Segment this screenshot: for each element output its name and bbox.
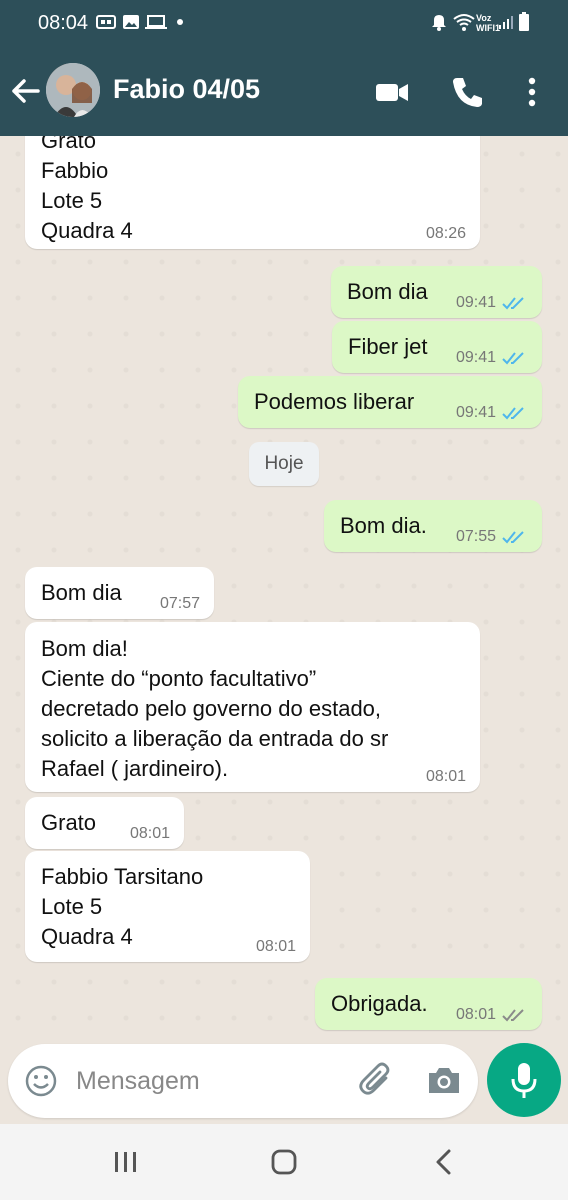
double-check-read-icon xyxy=(502,531,524,544)
message-time: 08:26 xyxy=(425,225,466,242)
back-arrow-icon[interactable] xyxy=(8,68,48,114)
recent-apps-icon[interactable] xyxy=(113,1150,139,1174)
message-time: 08:01 xyxy=(255,938,296,955)
double-check-read-icon xyxy=(502,407,524,420)
double-check-read-icon xyxy=(502,352,524,365)
attach-icon[interactable] xyxy=(358,1062,394,1100)
chat-area[interactable]: Grato Fabbio Lote 5 Quadra 4 08:26 Bom d… xyxy=(0,136,568,1044)
voice-record-button[interactable] xyxy=(487,1043,561,1117)
signal-icon xyxy=(499,16,513,29)
back-icon[interactable] xyxy=(432,1148,456,1176)
message-bubble-outgoing[interactable]: Bom dia 09:41 xyxy=(331,266,542,318)
message-time: 09:41 xyxy=(455,349,496,366)
status-time: 08:04 xyxy=(38,12,89,34)
message-text: Grato Fabbio Lote 5 Quadra 4 xyxy=(41,136,133,243)
message-bubble-outgoing[interactable]: Fiber jet 09:41 xyxy=(332,321,542,373)
wifi-icon xyxy=(453,14,475,31)
image-icon xyxy=(123,15,139,29)
avatar-photo xyxy=(46,63,100,117)
emoji-icon[interactable] xyxy=(24,1064,58,1098)
video-call-icon[interactable] xyxy=(372,72,412,112)
message-time: 08:01 xyxy=(129,825,170,842)
message-bubble-incoming[interactable]: Bom dia! Ciente do “ponto facultativo” d… xyxy=(25,622,480,792)
message-time: 09:41 xyxy=(455,294,496,311)
phone-icon[interactable] xyxy=(447,72,487,112)
message-bubble-outgoing[interactable]: Bom dia. 07:55 xyxy=(324,500,542,552)
chat-header: Fabio 04/05 xyxy=(0,46,568,136)
home-icon[interactable] xyxy=(270,1148,298,1176)
message-time: 07:57 xyxy=(159,595,200,612)
mic-icon xyxy=(511,1063,537,1098)
laptop-icon xyxy=(145,15,167,29)
message-input-bar[interactable]: Mensagem xyxy=(8,1044,478,1118)
message-bubble-outgoing[interactable]: Podemos liberar 09:41 xyxy=(238,376,542,428)
dot-icon xyxy=(177,19,183,25)
message-bubble-incoming[interactable]: Grato Fabbio Lote 5 Quadra 4 08:26 xyxy=(25,136,480,249)
message-time: 08:01 xyxy=(455,1006,496,1023)
avatar[interactable] xyxy=(46,63,100,117)
message-time: 07:55 xyxy=(455,528,496,545)
status-bar: 08:04 Voz WIFI1 xyxy=(0,0,568,46)
network-label: Voz WIFI1 xyxy=(476,13,500,33)
message-bubble-incoming[interactable]: Fabbio Tarsitano Lote 5 Quadra 4 08:01 xyxy=(25,851,310,962)
video-call-notification-icon xyxy=(96,15,116,29)
alarm-icon xyxy=(432,15,446,31)
message-bubble-incoming[interactable]: Bom dia 07:57 xyxy=(25,567,214,619)
more-vert-icon[interactable] xyxy=(512,72,552,112)
message-bubble-outgoing[interactable]: Obrigada. 08:01 xyxy=(315,978,542,1030)
date-separator: Hoje xyxy=(249,442,319,486)
double-check-read-icon xyxy=(502,297,524,310)
camera-icon[interactable] xyxy=(426,1063,462,1097)
contact-name[interactable]: Fabio 04/05 xyxy=(113,74,260,105)
double-check-delivered-icon xyxy=(502,1009,524,1022)
message-bubble-incoming[interactable]: Grato 08:01 xyxy=(25,797,184,849)
message-time: 09:41 xyxy=(455,404,496,421)
system-nav-bar xyxy=(0,1124,568,1200)
message-text: Bom dia! Ciente do “ponto facultativo” d… xyxy=(41,636,389,781)
message-time: 08:01 xyxy=(425,768,466,785)
battery-icon xyxy=(519,12,529,31)
message-input[interactable]: Mensagem xyxy=(76,1067,200,1096)
